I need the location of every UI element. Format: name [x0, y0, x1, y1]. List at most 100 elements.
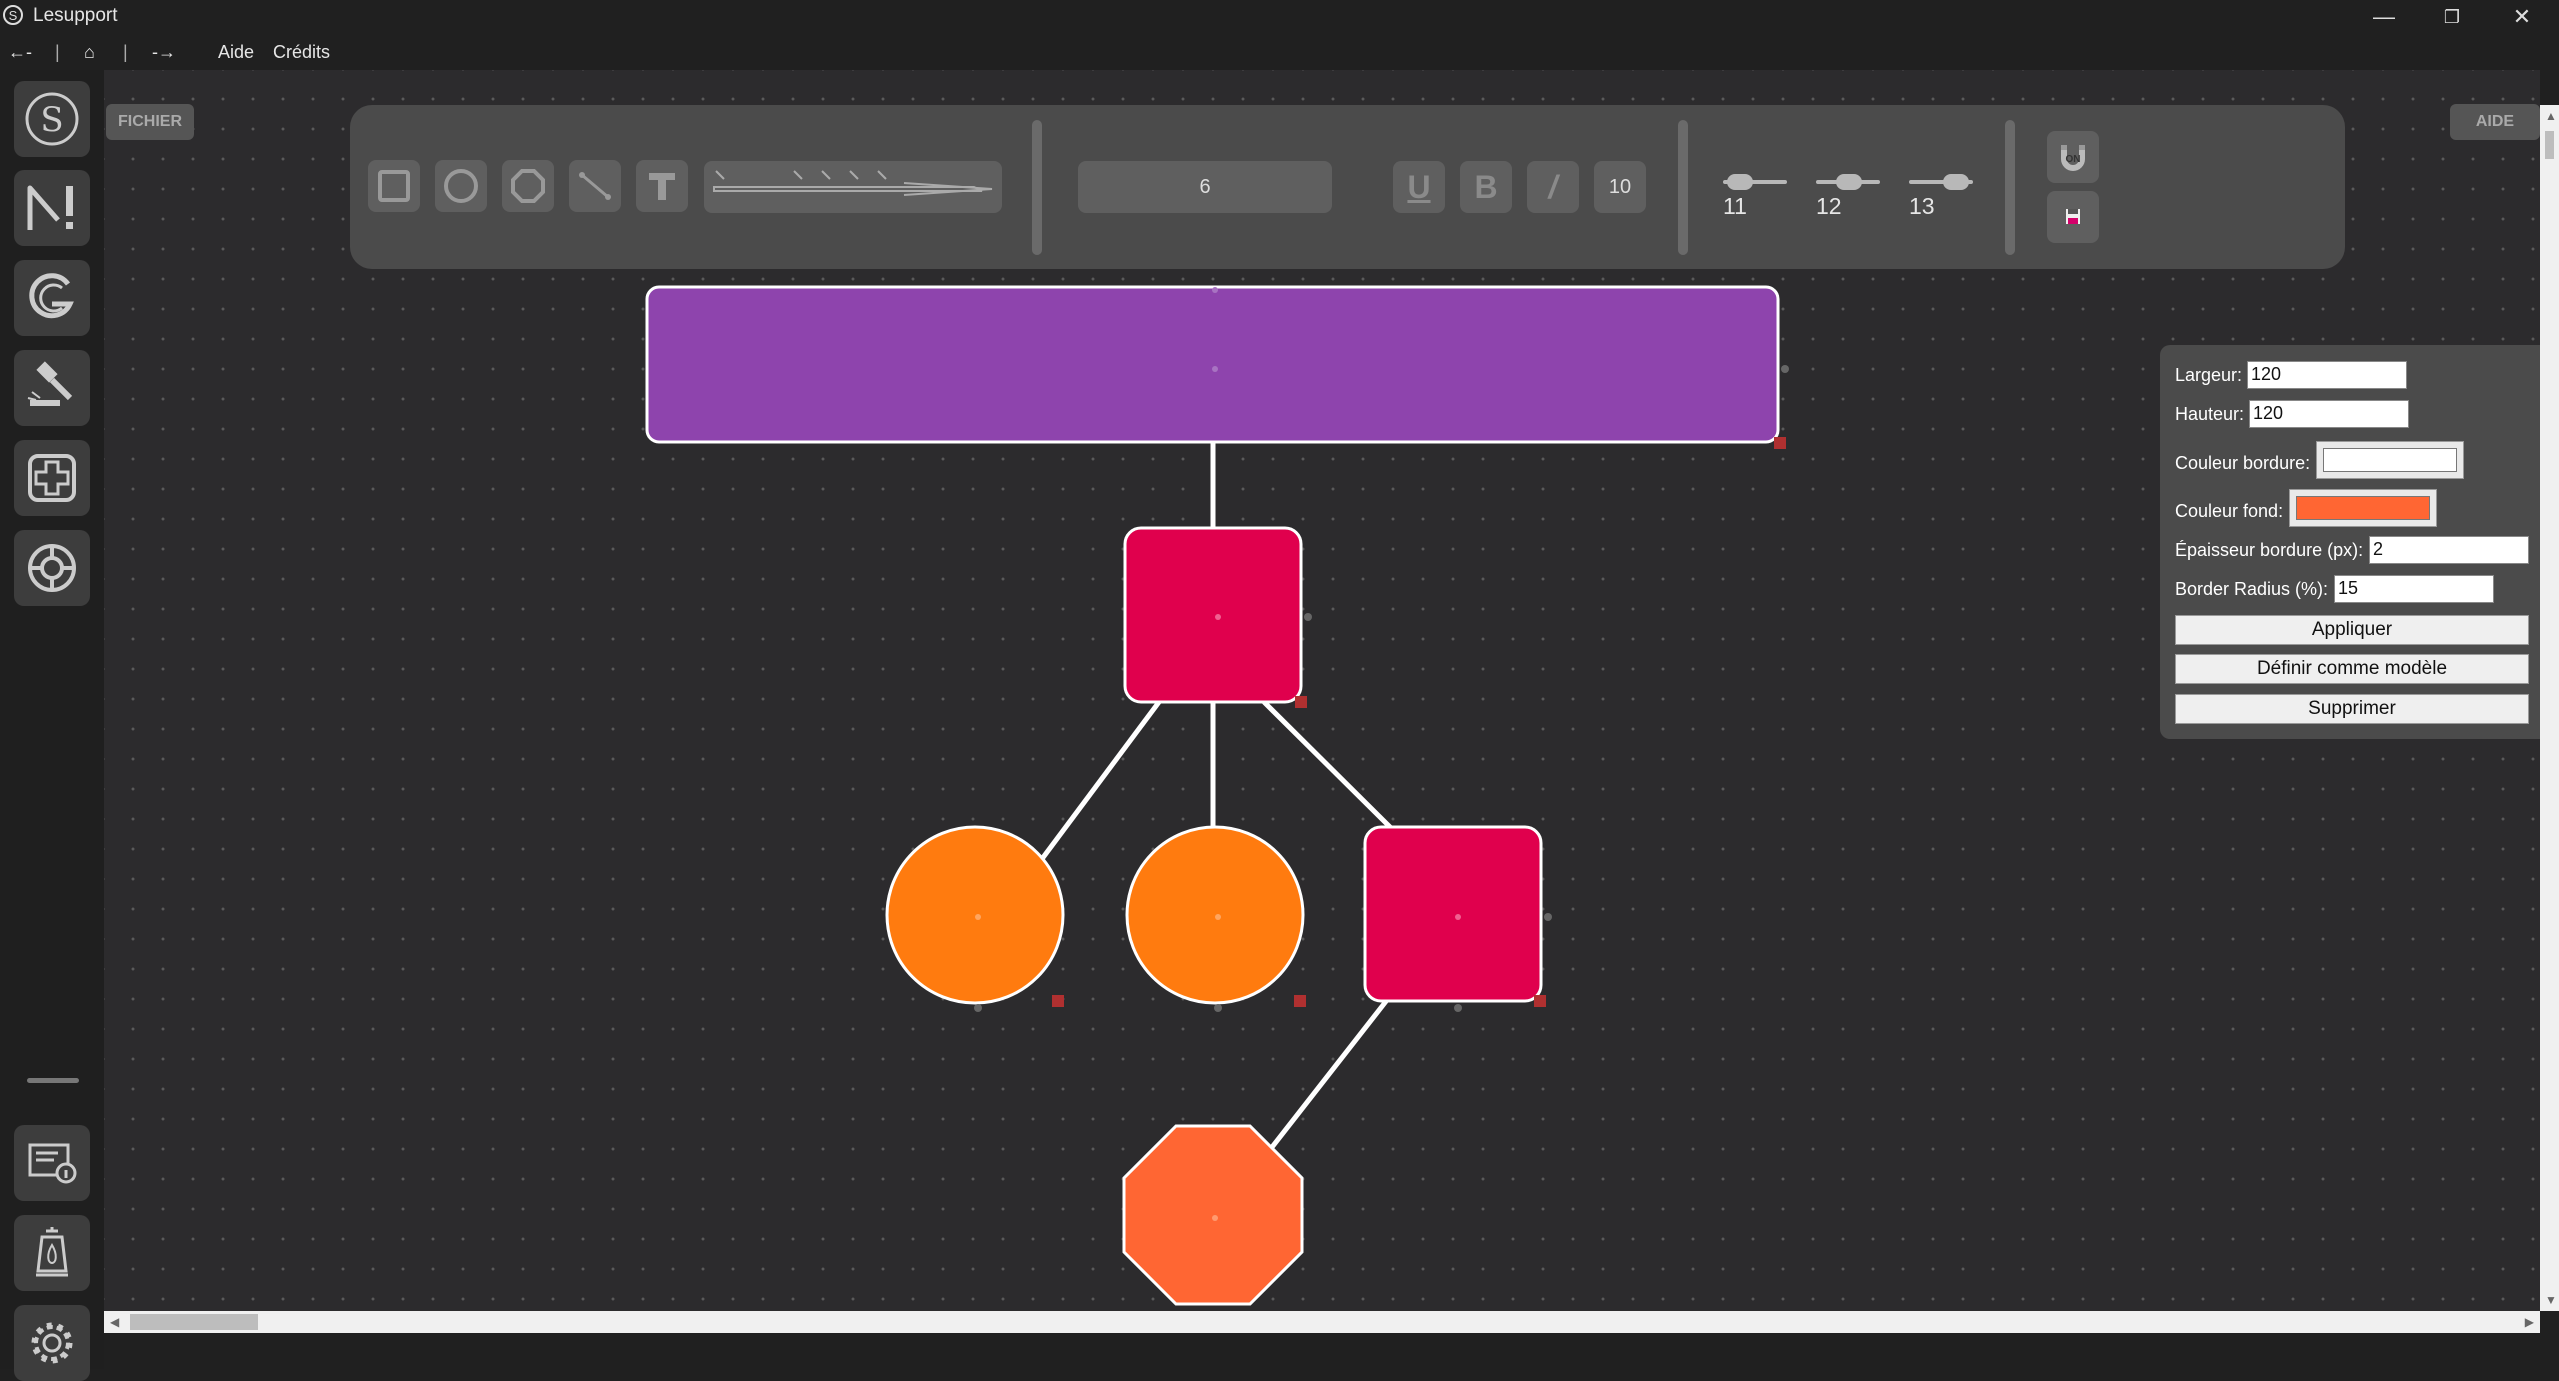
connection-point[interactable] — [974, 1004, 982, 1012]
connection-point[interactable] — [1454, 1004, 1462, 1012]
resize-handle[interactable] — [1774, 437, 1786, 449]
resize-handle[interactable] — [1052, 995, 1064, 1007]
resize-handle[interactable] — [1294, 995, 1306, 1007]
toolbar-separator — [1032, 120, 1042, 255]
lantern-icon — [36, 1227, 68, 1277]
scroll-up-icon[interactable]: ▲ — [2545, 109, 2557, 123]
connector-line[interactable] — [1267, 998, 1389, 1153]
stroke-width-option[interactable]: 13 — [1909, 165, 1973, 225]
border-color-picker[interactable] — [2316, 441, 2464, 479]
window-title: Lesupport — [33, 5, 118, 26]
shape-center-dot — [975, 914, 981, 920]
back-button[interactable]: ←- — [8, 42, 32, 63]
shape-center-dot — [1212, 366, 1218, 372]
shape-rounded-square[interactable] — [1363, 825, 1543, 1003]
menu-aide[interactable]: Aide — [218, 42, 254, 63]
resize-handle[interactable] — [1295, 696, 1307, 708]
stroke-width-label: 13 — [1909, 193, 1935, 219]
underline-button[interactable]: U — [1393, 161, 1445, 213]
sidebar-info-button[interactable] — [14, 1125, 90, 1201]
sidebar-home-button[interactable]: S — [14, 81, 90, 157]
fill-color-picker[interactable] — [2289, 489, 2437, 527]
stroke-slider-knob — [1836, 174, 1862, 190]
scroll-right-icon[interactable]: ▶ — [2525, 1315, 2534, 1329]
magnet-toggle-button[interactable]: ON — [2047, 131, 2099, 183]
shape-circle[interactable] — [1125, 825, 1305, 1005]
circle-tool-button[interactable] — [435, 160, 487, 212]
close-button[interactable]: ✕ — [2488, 0, 2556, 36]
sidebar-gavel-button[interactable] — [14, 350, 90, 426]
sidebar-settings-button[interactable] — [14, 1305, 90, 1381]
connection-point[interactable] — [1304, 613, 1312, 621]
sidebar-divider — [27, 1078, 79, 1083]
italic-button[interactable]: / — [1527, 161, 1579, 213]
connector-line[interactable] — [1024, 700, 1162, 881]
circle-tool-icon — [444, 169, 478, 203]
minimize-button[interactable]: — — [2350, 0, 2418, 36]
arrow-tool-button[interactable] — [704, 161, 1002, 213]
shape-rectangle[interactable] — [645, 285, 1780, 444]
square-tool-button[interactable] — [368, 160, 420, 212]
height-input[interactable]: 120 — [2249, 400, 2409, 428]
text-size-field[interactable]: 10 — [1594, 161, 1646, 213]
sidebar-support-button[interactable] — [14, 530, 90, 606]
save-button[interactable] — [2047, 191, 2099, 243]
arrow-tool-icon — [713, 170, 993, 196]
sidebar-add-button[interactable] — [14, 440, 90, 516]
horizontal-scrollbar[interactable]: ◀ ▶ — [104, 1311, 2540, 1333]
text-tool-button[interactable] — [636, 160, 688, 212]
font-size-field[interactable]: 6 — [1078, 161, 1332, 213]
resize-handle[interactable] — [1534, 995, 1546, 1007]
vertical-scrollbar[interactable]: ▲ ▼ — [2540, 105, 2559, 1311]
menu-separator: | — [55, 42, 60, 62]
app-logo-icon: S — [3, 5, 23, 25]
vertical-scroll-thumb[interactable] — [2545, 131, 2554, 159]
border-color-label: Couleur bordure: — [2175, 453, 2311, 473]
connection-point[interactable] — [1544, 913, 1552, 921]
stroke-width-option[interactable]: 12 — [1816, 165, 1880, 225]
forward-button[interactable]: -→ — [152, 42, 176, 63]
gear-icon — [31, 1322, 73, 1364]
maximize-button[interactable]: ❐ — [2418, 0, 2486, 36]
home-button[interactable]: ⌂ — [84, 42, 95, 63]
sidebar-g-button[interactable] — [14, 260, 90, 336]
menu-credits[interactable]: Crédits — [273, 42, 330, 63]
horizontal-scroll-thumb[interactable] — [130, 1314, 258, 1330]
octagon-tool-button[interactable] — [502, 160, 554, 212]
magnet-icon: ON — [2061, 145, 2085, 171]
border-radius-label: Border Radius (%): — [2175, 579, 2329, 599]
border-color-swatch — [2323, 448, 2457, 472]
octagon-tool-icon — [511, 169, 545, 203]
scroll-down-icon[interactable]: ▼ — [2545, 1293, 2557, 1307]
connector-line[interactable] — [1262, 700, 1393, 830]
shape-circle[interactable] — [885, 825, 1065, 1005]
connection-point[interactable] — [1212, 287, 1218, 293]
line-tool-button[interactable] — [569, 160, 621, 212]
connection-point[interactable] — [1214, 1004, 1222, 1012]
stroke-slider-knob — [1727, 174, 1753, 190]
stroke-width-option[interactable]: 11 — [1723, 165, 1787, 225]
shape-center-dot — [1215, 914, 1221, 920]
shape-rounded-square[interactable] — [1123, 526, 1303, 704]
sidebar-lantern-button[interactable] — [14, 1215, 90, 1291]
sidebar-alert-button[interactable] — [14, 170, 90, 246]
scroll-left-icon[interactable]: ◀ — [110, 1315, 119, 1329]
border-radius-input[interactable]: 15 — [2334, 575, 2494, 603]
set-template-button[interactable]: Définir comme modèle — [2175, 654, 2529, 684]
shape-octagon[interactable] — [1122, 1124, 1304, 1306]
left-sidebar: S — [0, 70, 104, 1381]
delete-button[interactable]: Supprimer — [2175, 694, 2529, 724]
fill-color-label: Couleur fond: — [2175, 501, 2284, 521]
width-label: Largeur: — [2175, 365, 2243, 385]
shape-center-dot — [1212, 1215, 1218, 1221]
gavel-icon — [27, 361, 73, 406]
bold-button[interactable]: B — [1460, 161, 1512, 213]
width-input[interactable]: 120 — [2247, 361, 2407, 389]
svg-text:ON: ON — [2066, 154, 2081, 165]
border-width-input[interactable]: 2 — [2369, 536, 2529, 564]
connection-point[interactable] — [1781, 365, 1789, 373]
toolbar-separator — [2005, 120, 2015, 255]
aide-button[interactable]: AIDE — [2450, 104, 2540, 140]
fichier-button[interactable]: FICHIER — [106, 104, 194, 140]
apply-button[interactable]: Appliquer — [2175, 615, 2529, 645]
